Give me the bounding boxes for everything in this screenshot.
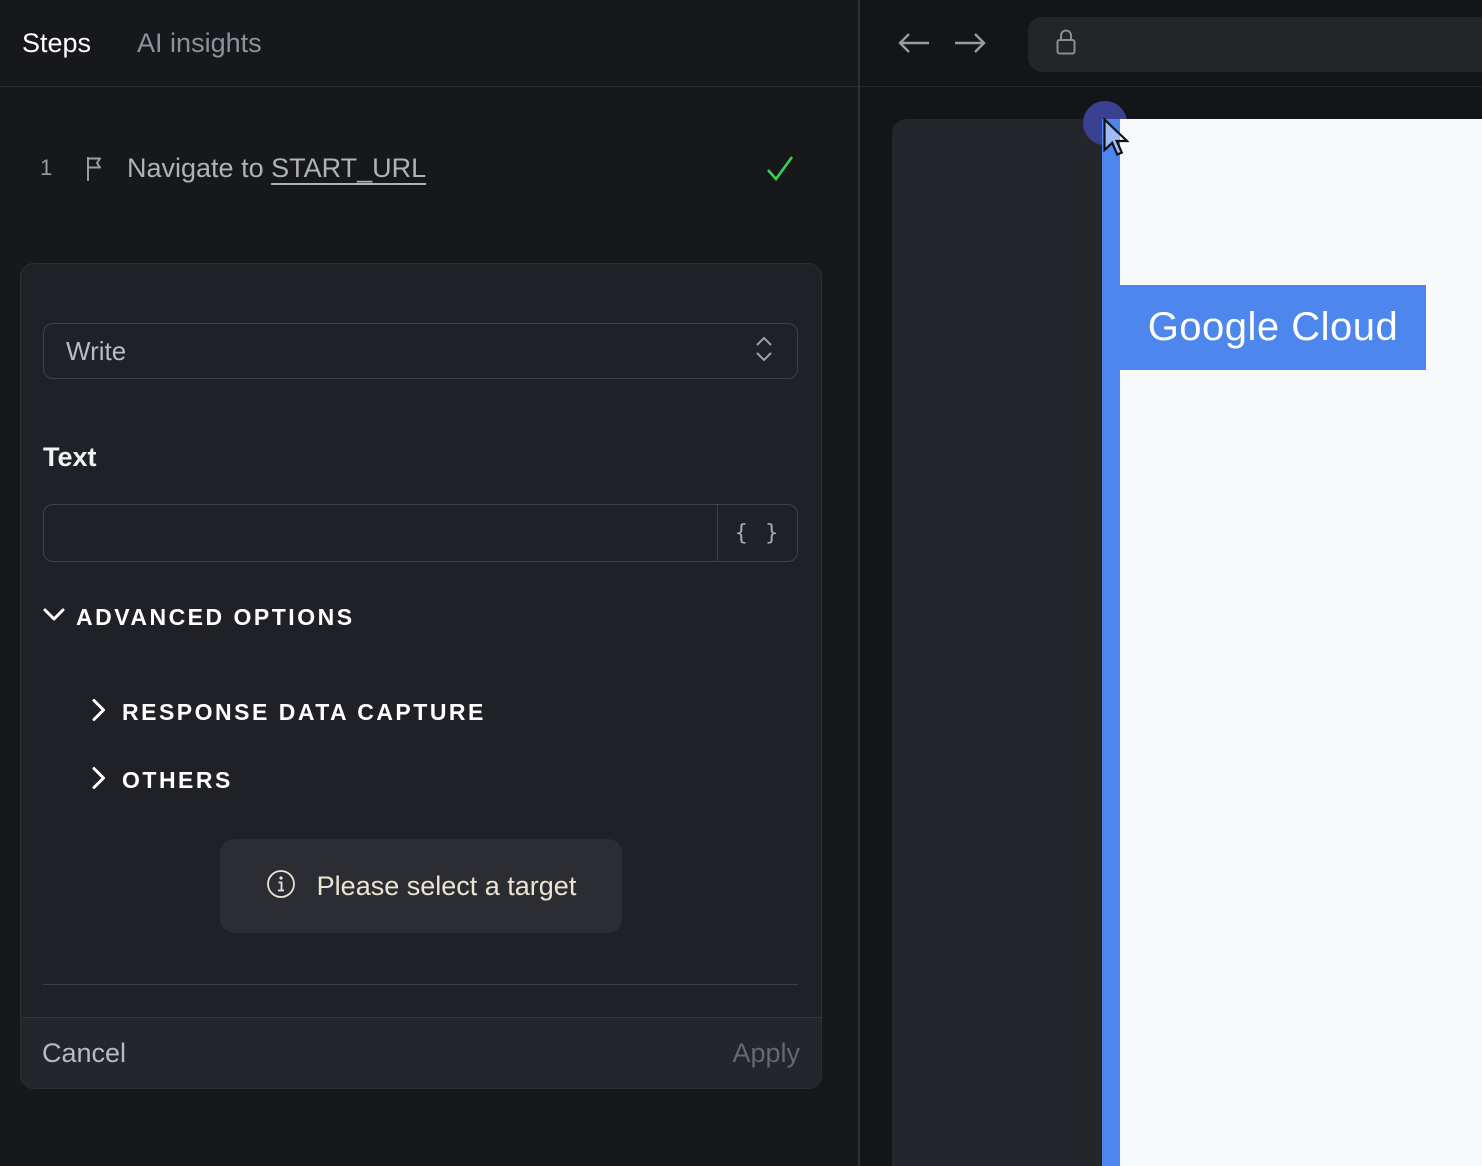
start-url-link[interactable]: START_URL: [271, 153, 426, 183]
left-tab-bar: Steps AI insights: [0, 0, 858, 87]
lock-icon: [1052, 26, 1080, 63]
editor-footer: Cancel Apply: [21, 1017, 821, 1088]
step-passed-check-icon: [764, 152, 796, 184]
others-label: OTHERS: [122, 767, 233, 793]
others-toggle[interactable]: OTHERS: [91, 766, 233, 795]
browser-toolbar: [860, 0, 1482, 87]
chevron-updown-icon: [753, 336, 775, 367]
apply-button[interactable]: Apply: [732, 1038, 800, 1069]
step-editor-card: Write Text { } ADVANCED OPTIONS RESPONSE…: [20, 263, 822, 1089]
action-select-value: Write: [66, 335, 127, 366]
chevron-down-icon: [43, 607, 65, 628]
tab-ai-insights[interactable]: AI insights: [137, 28, 262, 59]
response-data-capture-toggle[interactable]: RESPONSE DATA CAPTURE: [91, 698, 486, 727]
mouse-cursor-icon: [1103, 116, 1130, 163]
text-field-label: Text: [43, 442, 97, 472]
site-content-area: [1120, 119, 1482, 1166]
chevron-right-icon: [91, 766, 107, 795]
steps-panel: Steps AI insights 1 Navigate to START_UR…: [0, 0, 858, 1166]
highlighted-element[interactable]: Google Cloud: [1120, 285, 1426, 370]
back-arrow-icon[interactable]: [896, 29, 932, 62]
step-row[interactable]: 1 Navigate to START_URL: [0, 140, 858, 196]
footer-divider: [43, 984, 798, 985]
forward-arrow-icon[interactable]: [952, 29, 988, 62]
flag-icon: [83, 155, 107, 182]
select-target-text: Please select a target: [316, 870, 577, 901]
advanced-options-label: ADVANCED OPTIONS: [76, 604, 355, 630]
text-input-group: { }: [43, 504, 798, 562]
cancel-button[interactable]: Cancel: [42, 1038, 126, 1069]
chevron-right-icon: [91, 698, 107, 727]
site-dark-sidebar: [892, 119, 1102, 1166]
app-window: Steps AI insights 1 Navigate to START_UR…: [0, 0, 1482, 1166]
info-icon: [266, 869, 296, 904]
text-input[interactable]: [44, 505, 717, 561]
url-bar[interactable]: [1028, 17, 1482, 72]
action-select[interactable]: Write: [43, 323, 798, 379]
advanced-options-toggle[interactable]: ADVANCED OPTIONS: [43, 604, 355, 631]
page-viewport: Google Cloud: [860, 87, 1482, 1166]
tab-steps[interactable]: Steps: [22, 28, 91, 59]
browser-preview-panel: Google Cloud: [858, 0, 1482, 1166]
select-target-notice: Please select a target: [220, 839, 622, 933]
response-data-capture-label: RESPONSE DATA CAPTURE: [122, 699, 486, 725]
highlight-strip: [1102, 119, 1120, 1166]
insert-variable-button[interactable]: { }: [717, 505, 797, 561]
step-title: Navigate to START_URL: [127, 152, 427, 183]
step-number: 1: [40, 155, 53, 180]
